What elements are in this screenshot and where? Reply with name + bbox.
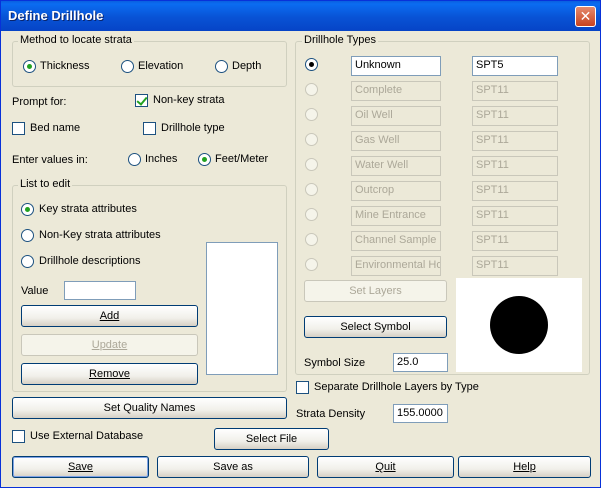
drillhole-type-code[interactable]: SPT11 [472,81,558,101]
drillhole-type-name[interactable]: Gas Well [351,131,441,151]
add-button[interactable]: Add [21,305,198,327]
symbol-size-label: Symbol Size [304,357,366,369]
bed-name-checkbox[interactable] [12,122,25,135]
separate-layers-label[interactable]: Separate Drillhole Layers by Type [314,381,479,393]
save-as-button[interactable]: Save as [157,456,309,478]
drillhole-type-code[interactable]: SPT11 [472,156,558,176]
save-as-button-label: Save as [213,461,253,473]
radio-elevation-label[interactable]: Elevation [138,60,183,72]
set-layers-label: Set Layers [349,285,402,297]
radio-inches[interactable] [128,153,141,166]
method-group-label: Method to locate strata [18,34,134,46]
drillhole-type-code[interactable]: SPT11 [472,231,558,251]
select-file-label: Select File [245,433,298,445]
drillhole-type-name[interactable]: Channel Sample [351,231,441,251]
radio-depth[interactable] [215,60,228,73]
list-to-edit-label: List to edit [18,178,73,190]
window-title: Define Drillhole [8,8,104,23]
attributes-listbox[interactable] [206,242,278,375]
drillhole-type-radio-outcrop[interactable] [305,183,318,196]
set-quality-names-label: Set Quality Names [103,402,196,414]
use-external-database-checkbox[interactable] [12,430,25,443]
non-key-strata-label[interactable]: Non-key strata [153,94,225,106]
add-button-label: Add [99,310,120,322]
use-external-database-label[interactable]: Use External Database [30,430,143,442]
set-layers-button[interactable]: Set Layers [304,280,447,302]
drillhole-type-radio-gas-well[interactable] [305,133,318,146]
remove-button[interactable]: Remove [21,363,198,385]
drillhole-type-name[interactable]: Unknown [351,56,441,76]
radio-thickness-label[interactable]: Thickness [40,60,90,72]
radio-non-key-strata-attributes[interactable] [21,229,34,242]
strata-density-input[interactable]: 155.0000 [393,404,448,423]
drillhole-type-code[interactable]: SPT11 [472,106,558,126]
radio-non-key-strata-attributes-label[interactable]: Non-Key strata attributes [39,229,161,241]
title-bar[interactable]: Define Drillhole ✕ [1,1,600,31]
save-button-label: Save [67,461,94,473]
radio-elevation[interactable] [121,60,134,73]
radio-feet-meter-label[interactable]: Feet/Meter [215,153,268,165]
drillhole-type-name[interactable]: Oil Well [351,106,441,126]
radio-thickness[interactable] [23,60,36,73]
quit-button-label: Quit [375,461,396,473]
define-drillhole-dialog: Define Drillhole ✕ Method to locate stra… [0,0,601,488]
radio-feet-meter[interactable] [198,153,211,166]
strata-density-label: Strata Density [296,408,366,420]
value-input[interactable] [64,281,136,300]
drillhole-type-name[interactable]: Outcrop [351,181,441,201]
update-button[interactable]: Update [21,334,198,356]
enter-values-label: Enter values in: [12,154,88,166]
separate-layers-checkbox[interactable] [296,381,309,394]
drillhole-type-name[interactable]: Complete [351,81,441,101]
select-file-button[interactable]: Select File [214,428,329,450]
drillhole-type-code[interactable]: SPT11 [472,256,558,276]
drillhole-type-code[interactable]: SPT11 [472,181,558,201]
bed-name-label[interactable]: Bed name [30,122,80,134]
drillhole-type-name[interactable]: Environmental Hol [351,256,441,276]
update-button-label: Update [91,339,128,351]
close-button[interactable]: ✕ [575,6,596,27]
close-icon: ✕ [579,8,592,24]
value-label: Value [21,285,49,297]
drillhole-type-radio-environmental-hole[interactable] [305,258,318,271]
remove-button-label: Remove [89,368,130,380]
drillhole-type-radio-oil-well[interactable] [305,108,318,121]
drillhole-type-radio-mine-entrance[interactable] [305,208,318,221]
drillhole-type-radio-water-well[interactable] [305,158,318,171]
radio-key-strata-attributes[interactable] [21,203,34,216]
prompt-for-label: Prompt for: [12,96,67,108]
drillhole-type-code[interactable]: SPT5 [472,56,558,76]
quit-button[interactable]: Quit [317,456,454,478]
save-button[interactable]: Save [12,456,149,478]
drillhole-types-label: Drillhole Types [302,34,378,46]
radio-drillhole-descriptions[interactable] [21,255,34,268]
symbol-size-input[interactable]: 25.0 [393,353,448,372]
drillhole-type-name[interactable]: Mine Entrance [351,206,441,226]
select-symbol-label: Select Symbol [340,321,411,333]
radio-depth-label[interactable]: Depth [232,60,261,72]
drillhole-type-radio-channel-sample[interactable] [305,233,318,246]
drillhole-type-label[interactable]: Drillhole type [161,122,225,134]
drillhole-type-name[interactable]: Water Well [351,156,441,176]
drillhole-type-code[interactable]: SPT11 [472,206,558,226]
help-button[interactable]: Help [458,456,591,478]
drillhole-type-code[interactable]: SPT11 [472,131,558,151]
drillhole-type-radio-unknown[interactable] [305,58,318,71]
non-key-strata-checkbox[interactable] [135,94,148,107]
radio-inches-label[interactable]: Inches [145,153,177,165]
symbol-preview [456,278,582,372]
drillhole-type-radio-complete[interactable] [305,83,318,96]
radio-key-strata-attributes-label[interactable]: Key strata attributes [39,203,137,215]
filled-circle-icon [490,296,548,354]
set-quality-names-button[interactable]: Set Quality Names [12,397,287,419]
help-button-label: Help [513,461,536,473]
drillhole-type-checkbox[interactable] [143,122,156,135]
radio-drillhole-descriptions-label[interactable]: Drillhole descriptions [39,255,141,267]
select-symbol-button[interactable]: Select Symbol [304,316,447,338]
